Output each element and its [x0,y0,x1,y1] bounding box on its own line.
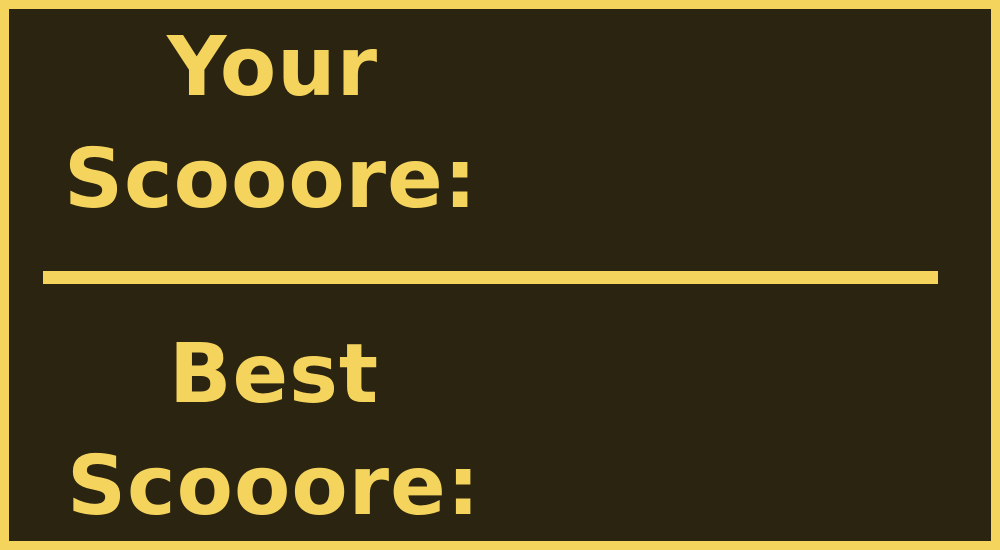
score-panel: Your Scooore: Best Scooore: [0,0,1000,550]
your-score-label: Scooore: [64,132,478,227]
score-divider [43,271,938,284]
best-score-heading-word: Best [169,327,380,422]
best-score-label: Scooore: [67,439,481,534]
your-score-heading-word: Your [167,20,379,115]
